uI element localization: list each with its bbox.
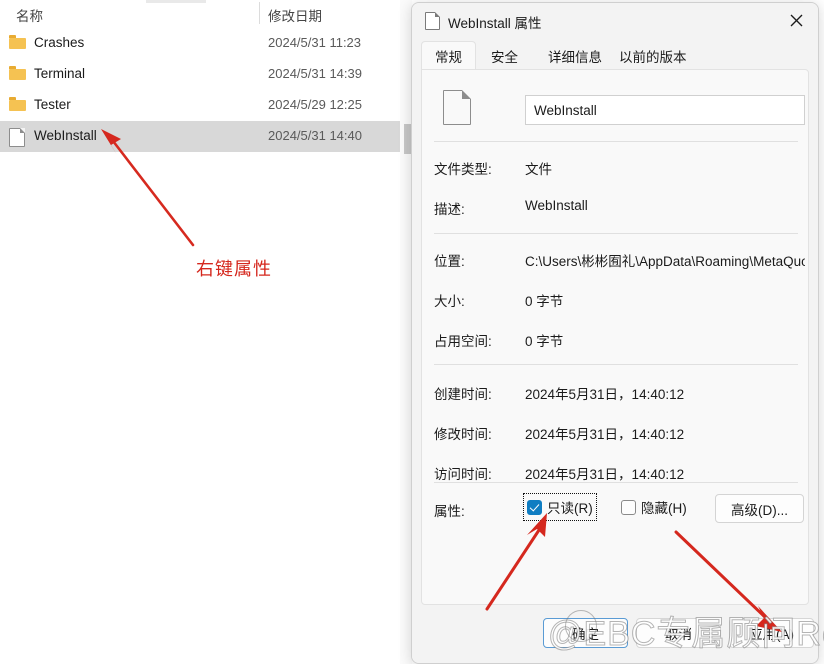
apply-button[interactable]: 应用(A) [729,618,814,648]
property-label: 位置: [434,254,465,269]
property-value: 2024年5月31日，14:40:12 [525,427,685,442]
property-value: WebInstall [525,198,588,213]
folder-icon [9,35,26,51]
property-value: 文件 [525,162,552,177]
hidden-checkbox[interactable]: 隐藏(H) [618,494,690,520]
file-name: Tester [34,97,71,112]
property-row-size-on-disk: 占用空间: 0 字节 [422,330,810,349]
divider [434,482,798,483]
list-item[interactable]: Terminal 2024/5/31 14:39 [0,59,400,90]
list-item-selected[interactable]: WebInstall 2024/5/31 14:40 [0,121,400,152]
divider [434,141,798,142]
advanced-button[interactable]: 高级(D)... [715,494,804,523]
property-row-created: 创建时间: 2024年5月31日，14:40:12 [422,383,810,402]
property-value: C:\Users\彬彬囿礼\AppData\Roaming\MetaQuote [525,254,805,269]
ok-button[interactable]: 确定 [543,618,628,648]
property-label: 描述: [434,202,465,217]
property-row-modified: 修改时间: 2024年5月31日，14:40:12 [422,423,810,442]
column-header-date[interactable]: 修改日期 [268,5,322,25]
cancel-button[interactable]: 取消 [636,618,721,648]
property-row-file-type: 文件类型: 文件 [422,158,810,177]
close-icon[interactable] [774,3,818,37]
readonly-checkbox[interactable]: 只读(R) [523,493,597,521]
file-name: WebInstall [34,128,97,143]
document-icon [425,12,440,30]
dialog-tabstrip: 常规 安全 详细信息 以前的版本 [412,41,818,70]
tab-general[interactable]: 常规 [421,41,476,70]
tab-security[interactable]: 安全 [478,41,531,70]
file-name: Terminal [34,66,86,81]
file-date: 2024/5/29 12:25 [268,97,362,112]
property-label: 修改时间: [434,427,492,442]
tab-previous-versions[interactable]: 以前的版本 [606,41,700,70]
property-row-location: 位置: C:\Users\彬彬囿礼\AppData\Roaming\MetaQu… [422,250,810,269]
property-value: 2024年5月31日，14:40:12 [525,467,685,482]
readonly-label: 只读(R) [547,501,593,516]
hidden-label: 隐藏(H) [641,501,687,516]
dialog-footer: 确定 取消 应用(A) [412,607,818,663]
column-divider[interactable] [259,2,260,24]
list-item[interactable]: Crashes 2024/5/31 11:23 [0,28,400,59]
property-row-accessed: 访问时间: 2024年5月31日，14:40:12 [422,463,810,482]
file-name-input[interactable] [525,95,805,125]
property-value: 0 字节 [525,334,564,349]
checkbox-unchecked-icon [621,499,636,515]
property-label: 大小: [434,294,465,309]
file-date: 2024/5/31 14:39 [268,66,362,81]
file-date: 2024/5/31 11:23 [268,35,362,50]
divider [434,364,798,365]
file-date: 2024/5/31 14:40 [268,128,362,143]
folder-icon [9,66,26,82]
list-item[interactable]: Tester 2024/5/29 12:25 [0,90,400,121]
document-icon [9,128,26,147]
attributes-label: 属性: [434,504,465,519]
column-header-name[interactable]: 名称 [16,5,43,25]
dialog-titlebar[interactable]: WebInstall 属性 [412,3,818,37]
file-name: Crashes [34,35,85,50]
divider [434,233,798,234]
property-label: 创建时间: [434,387,492,402]
property-label: 访问时间: [434,467,492,482]
property-row-size: 大小: 0 字节 [422,290,810,309]
folder-icon [9,97,26,113]
property-row-description: 描述: WebInstall [422,198,810,217]
checkbox-checked-icon [527,499,542,515]
property-value: 2024年5月31日，14:40:12 [525,387,685,402]
properties-dialog: WebInstall 属性 常规 安全 详细信息 以前的版本 文件类型: 文件 … [411,2,819,664]
tab-details[interactable]: 详细信息 [535,41,615,70]
document-icon [443,90,471,125]
property-label: 文件类型: [434,162,492,177]
general-tab-panel: 文件类型: 文件 描述: WebInstall 位置: C:\Users\彬彬囿… [421,69,809,605]
annotation-label-right-click-properties: 右键属性 [196,259,272,279]
property-label: 占用空间: [434,334,492,349]
dialog-title: WebInstall 属性 [448,16,542,31]
header-top-accent [146,0,206,3]
property-value: 0 字节 [525,294,564,309]
